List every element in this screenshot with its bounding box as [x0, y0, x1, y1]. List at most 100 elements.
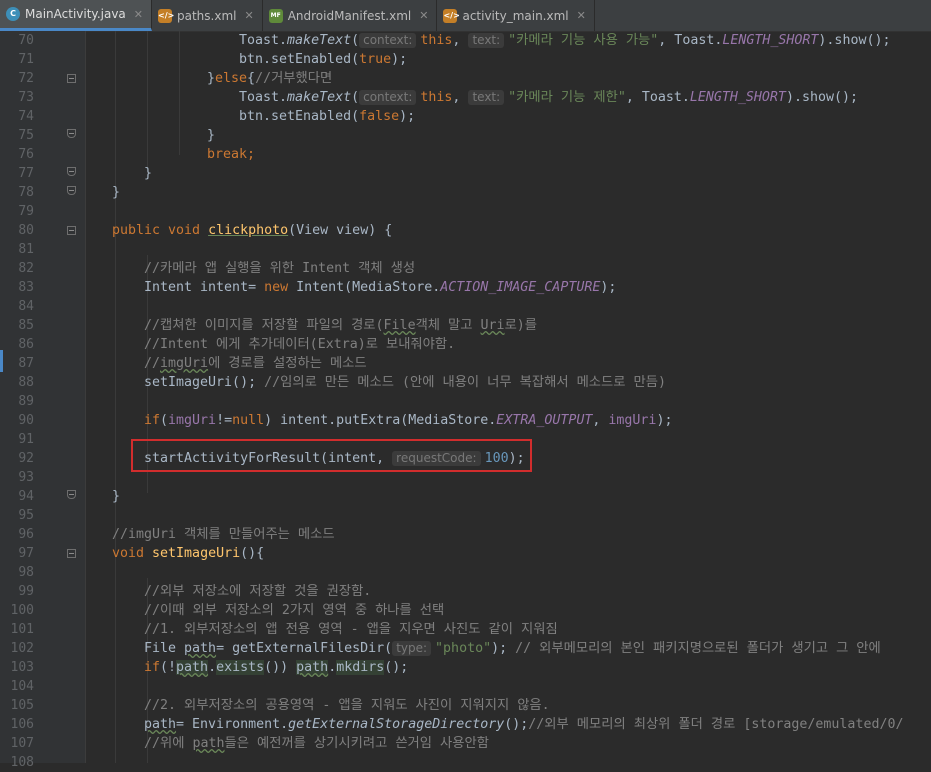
close-icon[interactable]: ✕ — [244, 9, 253, 22]
token: . — [328, 660, 337, 675]
code-line-101: //1. 외부저장소의 앱 전용 영역 - 앱을 지우면 사진도 같이 지워짐 — [144, 620, 558, 639]
line-number-text: 107 — [10, 736, 34, 751]
string-literal: "photo" — [435, 641, 492, 656]
code-line-88: setImageUri(); //임의로 만든 메소드 (안에 내용이 너무 복… — [144, 373, 666, 392]
line-number-gutter: 70 71 72 73 74 75 76 77 78 79 80 81 82 83 84 85 86 87 88 89… — [0, 31, 86, 770]
code-line-70: Toast.makeText(context: this, text: "카메라 기… — [239, 31, 890, 50]
code-editor[interactable]: Toast.makeText(context: this, text: "카메라 기… — [86, 31, 931, 763]
line-number-text: 103 — [10, 660, 34, 675]
token: , Toast. — [658, 33, 723, 48]
token: this — [420, 90, 453, 105]
token: (! — [160, 660, 177, 675]
tab-label: AndroidManifest.xml — [287, 8, 412, 23]
tab-3[interactable]: </> activity_main.xml ✕ — [437, 0, 595, 31]
token: File — [144, 641, 185, 656]
fold-marker-icon[interactable] — [67, 129, 76, 138]
token: } — [207, 128, 216, 143]
fold-marker-icon[interactable] — [67, 490, 76, 499]
token: ; — [247, 147, 256, 162]
comment: //1. 외부저장소의 앱 전용 영역 - 앱을 지우면 사진도 같이 지워짐 — [144, 622, 558, 637]
token: , — [452, 90, 469, 105]
code-line-103: if(!path.exists()) path.mkdirs(); — [144, 658, 408, 677]
comment: File — [383, 318, 416, 333]
line-number: 101 — [0, 620, 85, 639]
line-number: 79 — [0, 202, 85, 221]
constant: EXTRA_OUTPUT — [496, 413, 593, 428]
line-number-text: 93 — [18, 470, 34, 485]
line-number-text: 98 — [18, 565, 34, 580]
code-line-87: //imgUri에 경로를 설정하는 메소드 — [144, 354, 367, 373]
line-number-text: 79 — [18, 204, 34, 219]
field: imgUri — [608, 413, 657, 428]
tab-0[interactable]: C MainActivity.java ✕ — [0, 0, 152, 31]
layout-file-icon: </> — [443, 8, 460, 23]
line-number-text: 105 — [10, 698, 34, 713]
tab-2[interactable]: MF AndroidManifest.xml ✕ — [263, 0, 438, 31]
line-number: 88 — [0, 373, 85, 392]
token: public void — [112, 223, 209, 238]
fold-marker-icon[interactable] — [67, 226, 76, 235]
string-literal: "카메라 기능 제한" — [508, 90, 626, 105]
param-hint: requestCode: — [392, 451, 481, 466]
line-number: 94 — [0, 487, 85, 506]
code-line-106: path= Environment.getExternalStorageDire… — [144, 715, 903, 734]
line-number: 95 — [0, 506, 85, 525]
comment: imgUri — [160, 356, 209, 371]
token: new — [264, 280, 297, 295]
token: (); — [384, 660, 409, 675]
line-number: 93 — [0, 468, 85, 487]
manifest-file-icon: MF — [268, 8, 283, 23]
line-number-text: 90 — [18, 413, 34, 428]
line-number: 100 — [0, 601, 85, 620]
line-number-text: 76 — [18, 147, 34, 162]
line-number: 84 — [0, 297, 85, 316]
param-hint: text: — [468, 90, 505, 105]
close-icon[interactable]: ✕ — [419, 9, 428, 22]
close-icon[interactable]: ✕ — [134, 8, 143, 21]
line-number-text: 101 — [10, 622, 34, 637]
line-number: 70 — [0, 31, 85, 50]
token: (); — [504, 717, 529, 732]
fold-marker-icon[interactable] — [67, 186, 76, 195]
string-literal: "카메라 기능 사용 가능" — [508, 33, 659, 48]
token: { — [247, 71, 256, 86]
tab-1[interactable]: </> paths.xml ✕ — [152, 0, 263, 31]
token: mkdirs — [336, 660, 385, 675]
line-number: 86 — [0, 335, 85, 354]
line-number-text: 83 — [18, 280, 34, 295]
line-number: 92 — [0, 449, 85, 468]
comment: //Intent 에게 추가데이터(Extra)로 보내줘야함. — [144, 337, 456, 352]
line-number: 105 — [0, 696, 85, 715]
line-number-text: 75 — [18, 128, 34, 143]
line-number-text: 95 — [18, 508, 34, 523]
comment: Uri — [480, 318, 505, 333]
constant: LENGTH_SHORT — [689, 90, 786, 105]
comment: //위에 — [144, 736, 193, 751]
token: , Toast. — [625, 90, 690, 105]
line-number-text: 106 — [10, 717, 34, 732]
token: path — [184, 641, 217, 656]
token: getExternalStorageDirectory — [288, 717, 505, 732]
java-class-icon: C — [6, 7, 20, 21]
token: , — [452, 33, 469, 48]
line-number: 91 — [0, 430, 85, 449]
close-icon[interactable]: ✕ — [577, 9, 586, 22]
code-line-86: //Intent 에게 추가데이터(Extra)로 보내줘야함. — [144, 335, 455, 354]
line-number-text: 72 — [18, 71, 34, 86]
line-number: 71 — [0, 50, 85, 69]
token: null — [232, 413, 265, 428]
comment: // 외부메모리의 본인 패키지명으로된 폴더가 생기고 그 안에 — [515, 641, 881, 656]
fold-marker-icon[interactable] — [67, 167, 76, 176]
token: ( — [160, 413, 169, 428]
line-number-text: 77 — [18, 166, 34, 181]
token: this — [420, 33, 453, 48]
method-name: clickphoto — [208, 223, 289, 238]
token: } — [112, 185, 121, 200]
fold-marker-icon[interactable] — [67, 549, 76, 558]
token: (){ — [240, 546, 265, 561]
comment: //2. 외부저장소의 공용영역 - 앱을 지워도 사진이 지워지지 않음. — [144, 698, 550, 713]
line-number-text: 86 — [18, 337, 34, 352]
fold-marker-icon[interactable] — [67, 74, 76, 83]
line-number-text: 91 — [18, 432, 34, 447]
line-number: 85 — [0, 316, 85, 335]
